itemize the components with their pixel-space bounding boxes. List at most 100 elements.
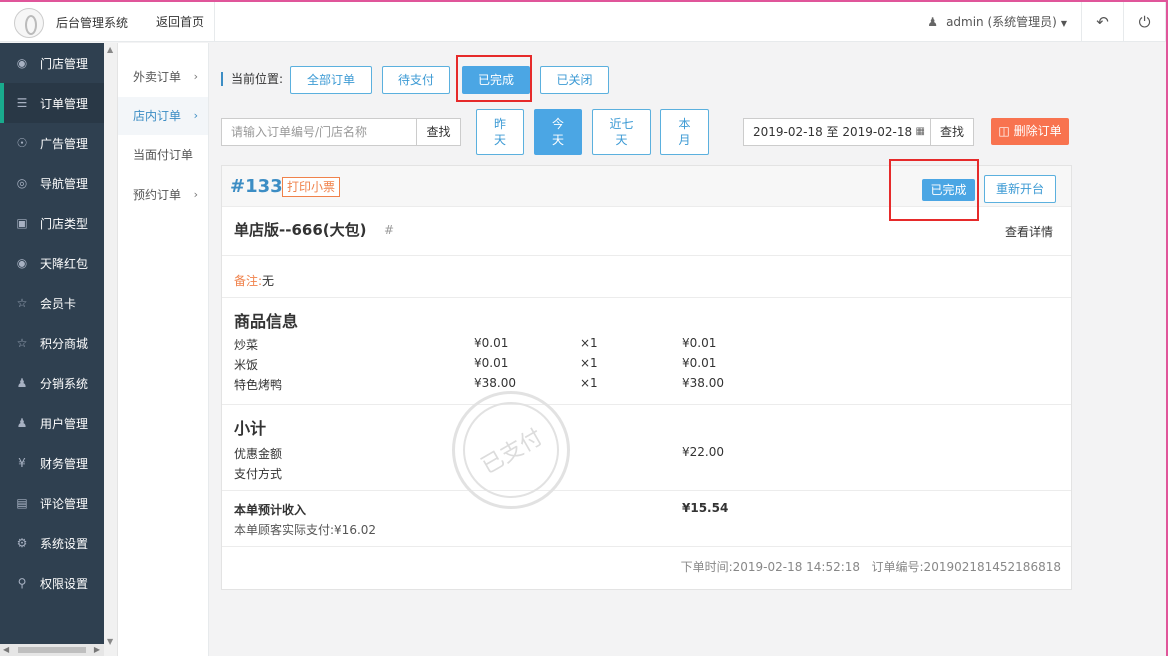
scroll-left-icon[interactable]: ◀ <box>3 645 9 654</box>
date-tab-line: 月 <box>678 133 691 147</box>
date-tab-line: 本 <box>678 117 691 131</box>
date-tab-line: 天 <box>493 133 506 147</box>
tab-all-orders[interactable]: 全部订单 <box>290 66 372 94</box>
chevron-right-icon: › <box>193 188 198 201</box>
goods-row: 特色烤鸭 ¥38.00 ×1 ¥38.00 <box>234 376 1054 396</box>
scroll-down-icon[interactable]: ▼ <box>107 637 113 646</box>
sidebar: ◉ 门店管理 ☰ 订单管理 ☉ 广告管理 ◎ 导航管理 ▣ 门店类型 ◉ 天降红包 ☆ 会员卡… <box>0 43 104 656</box>
scroll-up-icon[interactable]: ▲ <box>107 45 113 54</box>
order-card: #133 打印小票 已完成 重新开台 单店版--666(大包) # 查看详情 备… <box>221 165 1072 590</box>
sidebar-item-points-mall[interactable]: ☆ 积分商城 <box>0 323 104 363</box>
goods-name: 特色烤鸭 <box>234 378 283 392</box>
scroll-right-icon[interactable]: ▶ <box>94 645 100 654</box>
goods-section: 商品信息 炒菜 ¥0.01 ×1 ¥0.01 米饭 ¥0.01 ×1 ¥0.01… <box>222 298 1071 405</box>
star-icon: ☆ <box>16 296 28 310</box>
sidebar-item-label: 广告管理 <box>40 136 89 151</box>
sidebar-item-users[interactable]: ♟ 用户管理 <box>0 403 104 443</box>
goods-qty: ×1 <box>580 356 598 370</box>
date-tab-line: 天 <box>615 133 628 147</box>
subnav-item-reservation[interactable]: 预约订单 › <box>118 176 208 214</box>
store-name: 单店版--666(大包) <box>234 221 367 239</box>
hash-mark: # <box>384 223 395 237</box>
star-icon: ☆ <box>16 336 28 350</box>
date-tab-today[interactable]: 今天 <box>534 109 582 155</box>
order-meta: 下单时间:2019-02-18 14:52:18 订单编号:2019021814… <box>681 558 1061 575</box>
scrollbar-thumb[interactable] <box>18 647 86 653</box>
search-input[interactable]: 请输入订单编号/门店名称 <box>221 118 417 146</box>
cubes-icon: ◉ <box>16 256 28 270</box>
subnav-item-face-pay[interactable]: 当面付订单 <box>118 136 208 174</box>
top-bar-right: ♟ admin (系统管理员) ▼ ↶ ⏻ <box>915 2 1166 42</box>
back-icon[interactable]: ↶ <box>1082 2 1124 42</box>
top-bar: 后台管理系统 返回首页 ♟ admin (系统管理员) ▼ ↶ ⏻ <box>0 2 1166 42</box>
income-value: ¥15.54 <box>682 501 729 515</box>
power-icon[interactable]: ⏻ <box>1124 2 1166 42</box>
income-section: 本单预计收入 ¥15.54 本单顾客实际支付:¥16.02 <box>222 491 1071 547</box>
sidebar-item-store-type[interactable]: ▣ 门店类型 <box>0 203 104 243</box>
bank-icon: ▣ <box>16 216 28 230</box>
sidebar-item-store[interactable]: ◉ 门店管理 <box>0 43 104 83</box>
sidebar-item-permissions[interactable]: ⚲ 权限设置 <box>0 563 104 603</box>
sidebar-item-nav[interactable]: ◎ 导航管理 <box>0 163 104 203</box>
goods-price: ¥0.01 <box>474 336 509 350</box>
goods-title: 商品信息 <box>234 312 299 331</box>
sidebar-item-label: 门店管理 <box>40 56 89 71</box>
user-menu[interactable]: ♟ admin (系统管理员) ▼ <box>915 2 1082 42</box>
subnav-item-label: 店内订单 <box>133 109 182 123</box>
sidebar-item-orders[interactable]: ☰ 订单管理 <box>0 83 104 123</box>
sidebar-item-distribution[interactable]: ♟ 分销系统 <box>0 363 104 403</box>
paid-stamp: 已支付 <box>452 391 570 509</box>
reopen-table-button[interactable]: 重新开台 <box>984 175 1056 203</box>
date-range-value: 2019-02-18 至 2019-02-18 <box>753 125 913 139</box>
sidebar-item-label: 分销系统 <box>40 376 89 391</box>
subtotal-section: 小计 优惠金额 ¥22.00 支付方式 <box>222 405 1071 491</box>
sidebar-item-red-packet[interactable]: ◉ 天降红包 <box>0 243 104 283</box>
date-tab-yesterday[interactable]: 昨天 <box>476 109 524 155</box>
sidebar-item-label: 财务管理 <box>40 456 89 471</box>
user-name: admin (系统管理员) <box>946 15 1057 29</box>
location-label: 当前位置: <box>221 72 283 86</box>
print-receipt-button[interactable]: 打印小票 <box>282 177 341 197</box>
back-home-link[interactable]: 返回首页 <box>146 2 216 42</box>
discount-label: 优惠金额 <box>234 447 283 461</box>
delete-order-button[interactable]: ◫ 删除订单 <box>991 118 1069 145</box>
sidebar-item-label: 订单管理 <box>40 96 89 111</box>
delete-order-label: 删除订单 <box>1013 124 1062 138</box>
subnav-item-takeout[interactable]: 外卖订单 › <box>118 58 208 96</box>
date-tab-last-7-days[interactable]: 近七天 <box>592 109 651 155</box>
sidebar-item-label: 门店类型 <box>40 216 89 231</box>
date-search-button[interactable]: 查找 <box>930 118 974 146</box>
sidebar-item-ads[interactable]: ☉ 广告管理 <box>0 123 104 163</box>
tab-pending-payment[interactable]: 待支付 <box>382 66 450 94</box>
date-range-field[interactable]: 2019-02-18 至 2019-02-18 ▦ <box>743 118 932 146</box>
order-footer: 下单时间:2019-02-18 14:52:18 订单编号:2019021814… <box>222 547 1071 587</box>
remark-section: 备注:无 <box>222 256 1071 298</box>
subnav-item-dine-in[interactable]: 店内订单 › <box>118 97 208 135</box>
remark-label: 备注: <box>234 274 263 288</box>
subnav-vscrollbar[interactable]: ▲ ▼ <box>104 43 118 656</box>
sidebar-item-label: 评论管理 <box>40 496 89 511</box>
sidebar-hscrollbar[interactable]: ◀ ▶ <box>0 644 104 656</box>
subnav-item-label: 当面付订单 <box>133 148 194 162</box>
sidebar-item-settings[interactable]: ⚙ 系统设置 <box>0 523 104 563</box>
subnav-item-label: 预约订单 <box>133 188 182 202</box>
date-tab-line: 昨 <box>493 117 506 131</box>
goods-total: ¥38.00 <box>682 376 724 390</box>
sidebar-item-member-card[interactable]: ☆ 会员卡 <box>0 283 104 323</box>
remark-value: 无 <box>262 274 275 288</box>
goods-total: ¥0.01 <box>682 356 717 370</box>
sidebar-item-label: 导航管理 <box>40 176 89 191</box>
income-row: 本单预计收入 ¥15.54 <box>234 501 1054 521</box>
user-icon: ♟ <box>927 15 939 29</box>
brand-title: 后台管理系统 <box>56 16 129 30</box>
main-content: 当前位置: 全部订单 待支付 已完成 已关闭 请输入订单编号/门店名称 查找 昨… <box>210 43 1166 656</box>
income-label: 本单预计收入 <box>234 503 307 517</box>
sidebar-item-reviews[interactable]: ▤ 评论管理 <box>0 483 104 523</box>
remark: 备注:无 <box>234 272 274 289</box>
tab-closed[interactable]: 已关闭 <box>540 66 609 94</box>
date-tab-this-month[interactable]: 本月 <box>660 109 709 155</box>
sidebar-item-finance[interactable]: ¥ 财务管理 <box>0 443 104 483</box>
search-button[interactable]: 查找 <box>416 118 461 146</box>
view-details-link[interactable]: 查看详情 <box>1005 223 1053 240</box>
date-tab-line: 今 <box>551 117 564 131</box>
